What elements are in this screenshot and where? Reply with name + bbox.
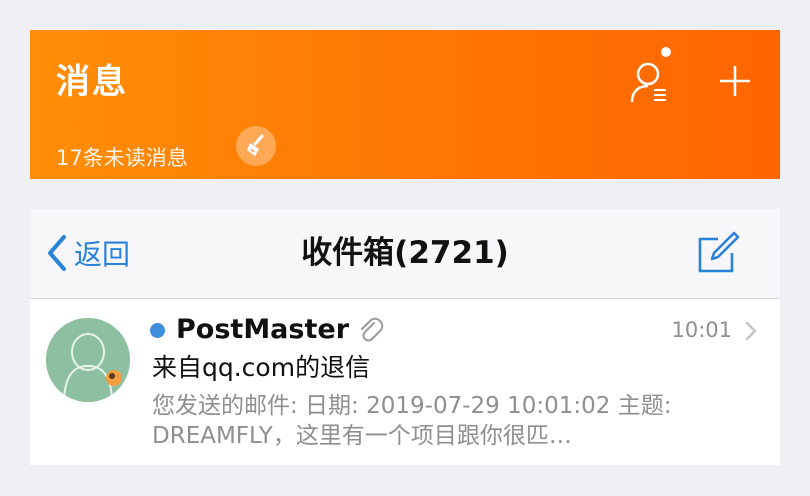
clear-unread-button[interactable] (236, 126, 276, 166)
sender-name: PostMaster (176, 314, 350, 345)
avatar (46, 318, 130, 402)
avatar-image (46, 318, 130, 402)
message-header-banner: 消息 17条未读消息 (30, 30, 780, 179)
unread-indicator (150, 323, 165, 338)
plus-icon (720, 66, 750, 96)
inbox-navigation-bar: 返回 收件箱(2721) (30, 209, 780, 299)
attachment-icon (361, 317, 384, 342)
list-item[interactable]: PostMaster 10:01 来自qq.com的退信 您发送的邮件: 日期:… (30, 299, 780, 465)
inbox-title: 收件箱(2721) (301, 235, 509, 271)
unread-summary: 17条未读消息 (56, 146, 188, 170)
broom-icon (247, 134, 264, 156)
compose-button[interactable] (694, 229, 742, 277)
chevron-right-icon (745, 321, 757, 341)
add-button[interactable] (718, 64, 752, 98)
message-subject: 来自qq.com的退信 (152, 353, 371, 382)
message-preview: 您发送的邮件: 日期: 2019-07-29 10:01:02 主题: DREA… (152, 393, 672, 449)
contacts-icon (630, 47, 671, 103)
message-time: 10:01 (671, 318, 732, 342)
header-title: 消息 (56, 62, 128, 102)
compose-icon (698, 231, 740, 273)
contacts-button[interactable] (628, 46, 674, 104)
